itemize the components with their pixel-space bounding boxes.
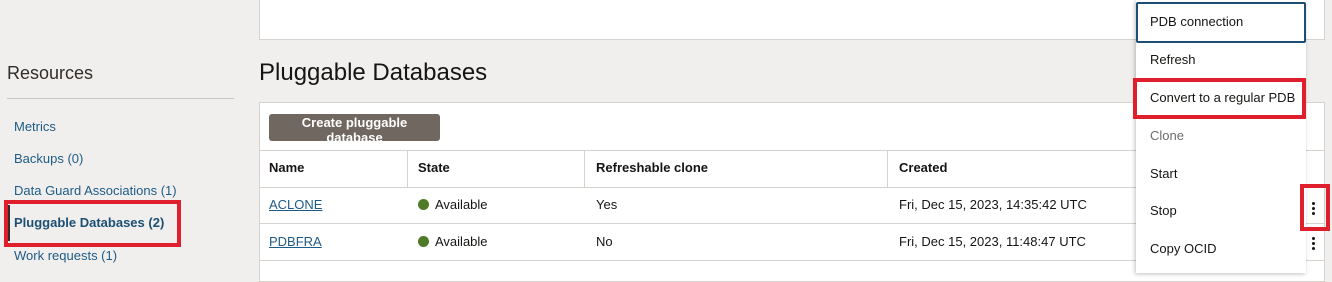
menu-item-convert-to-regular-pdb[interactable]: Convert to a regular PDB <box>1150 90 1295 105</box>
menu-item-pdb-connection[interactable]: PDB connection <box>1150 14 1243 29</box>
pdb-name-link[interactable]: ACLONE <box>269 197 322 212</box>
state-label: Available <box>435 234 488 249</box>
menu-item-clone: Clone <box>1150 128 1184 143</box>
column-header-name[interactable]: Name <box>269 160 304 175</box>
pdb-name-link[interactable]: PDBFRA <box>269 234 322 249</box>
created-cell: Fri, Dec 15, 2023, 14:35:42 UTC <box>899 197 1087 212</box>
resources-heading: Resources <box>7 63 94 83</box>
kebab-menu-icon[interactable] <box>1305 232 1321 254</box>
column-header-created[interactable]: Created <box>899 160 947 175</box>
kebab-menu-icon[interactable] <box>1305 197 1321 219</box>
refreshable-clone-cell: Yes <box>596 197 618 212</box>
column-header-refreshable-clone[interactable]: Refreshable clone <box>596 160 708 175</box>
state-label: Available <box>435 197 488 212</box>
sidebar-item-metrics[interactable]: Metrics <box>14 119 56 134</box>
state-cell: Available <box>418 234 488 249</box>
column-divider <box>887 150 888 187</box>
column-header-state[interactable]: State <box>418 160 450 175</box>
menu-item-stop[interactable]: Stop <box>1150 203 1177 218</box>
active-indicator <box>7 205 10 241</box>
created-cell: Fri, Dec 15, 2023, 11:48:47 UTC <box>899 234 1086 249</box>
column-divider <box>584 150 585 187</box>
sidebar-item-pluggable-databases[interactable]: Pluggable Databases (2) <box>14 215 164 230</box>
sidebar-item-backups[interactable]: Backups (0) <box>14 151 83 166</box>
refreshable-clone-cell: No <box>596 234 613 249</box>
status-dot-icon <box>418 199 429 210</box>
menu-item-refresh[interactable]: Refresh <box>1150 52 1196 67</box>
create-pluggable-database-button[interactable]: Create pluggable database <box>269 114 440 145</box>
state-cell: Available <box>418 197 488 212</box>
sidebar-item-data-guard-associations[interactable]: Data Guard Associations (1) <box>14 183 177 198</box>
page-title: Pluggable Databases <box>259 59 488 86</box>
row-actions-menu: PDB connection Refresh Convert to a regu… <box>1136 0 1306 273</box>
menu-item-copy-ocid[interactable]: Copy OCID <box>1150 241 1216 256</box>
column-divider <box>407 150 408 187</box>
sidebar-item-work-requests[interactable]: Work requests (1) <box>14 248 117 263</box>
resources-divider <box>7 98 234 99</box>
menu-item-start[interactable]: Start <box>1150 166 1177 181</box>
status-dot-icon <box>418 236 429 247</box>
